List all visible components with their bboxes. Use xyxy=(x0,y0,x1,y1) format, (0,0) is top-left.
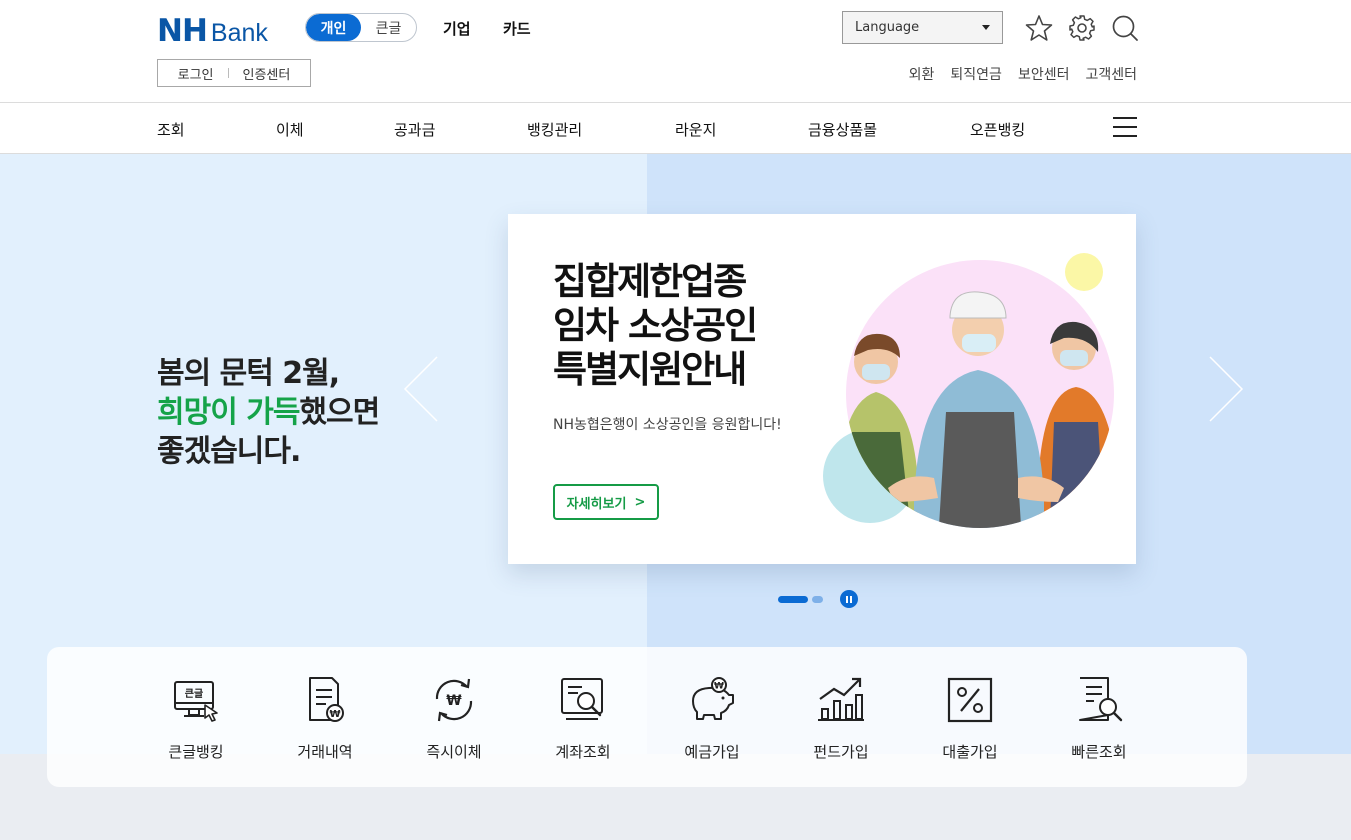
banner-details-button[interactable]: 자세히보기 > xyxy=(553,484,659,520)
login-link[interactable]: 로그인 xyxy=(178,64,214,83)
hero-line-1: 봄의 문턱 2월, xyxy=(157,356,340,391)
quick-label-quick-search: 빠른조회 xyxy=(1071,743,1127,761)
quick-item-fund[interactable]: 펀드가입 xyxy=(786,675,896,762)
language-select[interactable]: Language xyxy=(842,11,1003,44)
transaction-history-icon: ₩ xyxy=(309,677,344,722)
main-navigation: 조회 이체 공과금 뱅킹관리 라운지 금융상품몰 오픈뱅킹 xyxy=(0,103,1351,154)
search-icon[interactable] xyxy=(1111,14,1139,42)
nav-item-financial-products[interactable]: 금융상품몰 xyxy=(808,119,877,140)
util-link-forex[interactable]: 외환 xyxy=(909,64,935,84)
util-link-security[interactable]: 보안센터 xyxy=(1018,64,1070,84)
star-icon[interactable] xyxy=(1025,14,1053,42)
nh-bank-logo[interactable]: NH Bank xyxy=(157,13,268,49)
quick-item-instant-transfer[interactable]: ₩ 즉시이체 xyxy=(399,675,509,762)
quick-item-account-inquiry[interactable]: 계좌조회 xyxy=(528,675,638,762)
language-label: Language xyxy=(855,20,920,35)
chevron-down-icon xyxy=(982,25,990,30)
gear-icon[interactable] xyxy=(1068,14,1096,42)
fund-chart-icon xyxy=(818,677,864,721)
quick-item-quick-search[interactable]: 빠른조회 xyxy=(1044,675,1154,762)
banner-title-line-3: 특별지원안내 xyxy=(553,348,747,391)
card-link[interactable]: 카드 xyxy=(503,18,531,39)
corporate-link[interactable]: 기업 xyxy=(443,18,471,39)
utility-links: 외환 퇴직연금 보안센터 고객센터 xyxy=(909,64,1137,84)
cert-center-link[interactable]: 인증센터 xyxy=(243,64,291,83)
auth-box: 로그인 인증센터 xyxy=(157,59,311,87)
banner-subtitle: NH농협은행이 소상공인을 응원합니다! xyxy=(553,417,782,433)
quick-label-deposit: 예금가입 xyxy=(684,743,740,761)
hero-line-2: 희망이 가득했으면 xyxy=(157,393,380,432)
banner-title: 집합제한업종 임차 소상공인 특별지원안내 xyxy=(553,260,758,392)
banner-title-line-2: 임차 소상공인 xyxy=(553,304,758,347)
slide-dot-2[interactable] xyxy=(812,595,823,603)
small-business-owners-illustration xyxy=(823,253,1114,528)
account-inquiry-icon xyxy=(561,678,603,720)
nav-item-open-banking[interactable]: 오픈뱅킹 xyxy=(970,119,1025,140)
promo-banner: 집합제한업종 임차 소상공인 특별지원안내 NH농협은행이 소상공인을 응원합니… xyxy=(508,214,1136,564)
quick-label-account-inquiry: 계좌조회 xyxy=(555,743,611,761)
hamburger-menu-icon[interactable] xyxy=(1113,117,1137,139)
hero-line-2-rest: 했으면 xyxy=(299,395,380,430)
hero-headline: 봄의 문턱 2월, 희망이 가득했으면 좋겠습니다. xyxy=(157,354,380,471)
svg-text:₩: ₩ xyxy=(714,682,724,692)
quick-search-icon xyxy=(1079,677,1123,722)
nav-item-utility-bills[interactable]: 공과금 xyxy=(394,119,435,140)
svg-text:₩: ₩ xyxy=(446,693,462,709)
nav-item-transfer[interactable]: 이체 xyxy=(276,119,304,140)
pause-icon[interactable] xyxy=(840,590,858,608)
mode-personal-button[interactable]: 개인 xyxy=(306,14,361,41)
nav-item-lounge[interactable]: 라운지 xyxy=(675,119,716,140)
quick-label-loan: 대출가입 xyxy=(942,743,998,761)
svg-text:₩: ₩ xyxy=(329,709,340,720)
nav-item-inquiry[interactable]: 조회 xyxy=(157,119,185,140)
slide-dot-1[interactable] xyxy=(778,595,808,603)
hero-line-3: 좋겠습니다. xyxy=(157,434,301,469)
quick-item-transaction-history[interactable]: ₩ 거래내역 xyxy=(270,675,380,762)
quick-item-loan[interactable]: 대출가입 xyxy=(915,675,1025,762)
next-slide-arrow-icon[interactable] xyxy=(1205,354,1245,424)
prev-slide-arrow-icon[interactable] xyxy=(402,354,442,424)
hero-highlight: 희망이 가득 xyxy=(157,395,300,430)
quick-label-instant-transfer: 즉시이체 xyxy=(426,743,482,761)
header: NH Bank 개인 큰글 기업 카드 로그인 인증센터 Language 외환… xyxy=(0,0,1351,103)
chevron-right-icon: > xyxy=(634,494,646,510)
quick-menu: 큰글 큰글뱅킹 ₩ 거래내역 ₩ 즉시이체 계좌조회 ₩ 예금가입 펀드가입 대… xyxy=(47,647,1247,787)
divider xyxy=(227,68,229,78)
banner-details-label: 자세히보기 xyxy=(566,496,627,512)
piggy-bank-icon: ₩ xyxy=(692,677,734,720)
bigfont-banking-icon: 큰글 xyxy=(174,681,218,722)
slide-pagination xyxy=(778,590,858,608)
nav-item-banking-management[interactable]: 뱅킹관리 xyxy=(527,119,582,140)
logo-bank-text: Bank xyxy=(210,19,268,47)
banner-title-line-1: 집합제한업종 xyxy=(553,260,747,303)
svg-text:큰글: 큰글 xyxy=(185,688,203,700)
loan-percent-icon xyxy=(947,677,993,723)
util-link-pension[interactable]: 퇴직연금 xyxy=(950,64,1002,84)
quick-label-bigfont-banking: 큰글뱅킹 xyxy=(168,743,224,761)
instant-transfer-icon: ₩ xyxy=(435,678,473,722)
mode-bigfont-button[interactable]: 큰글 xyxy=(361,14,416,41)
quick-item-bigfont-banking[interactable]: 큰글 큰글뱅킹 xyxy=(141,675,251,762)
logo-nh-text: NH xyxy=(157,13,208,49)
mode-toggle: 개인 큰글 xyxy=(305,13,417,42)
quick-label-fund: 펀드가입 xyxy=(813,743,869,761)
util-link-customer[interactable]: 고객센터 xyxy=(1085,64,1137,84)
page: NH Bank 개인 큰글 기업 카드 로그인 인증센터 Language 외환… xyxy=(0,0,1351,840)
quick-label-transaction-history: 거래내역 xyxy=(297,743,353,761)
quick-item-deposit[interactable]: ₩ 예금가입 xyxy=(657,675,767,762)
